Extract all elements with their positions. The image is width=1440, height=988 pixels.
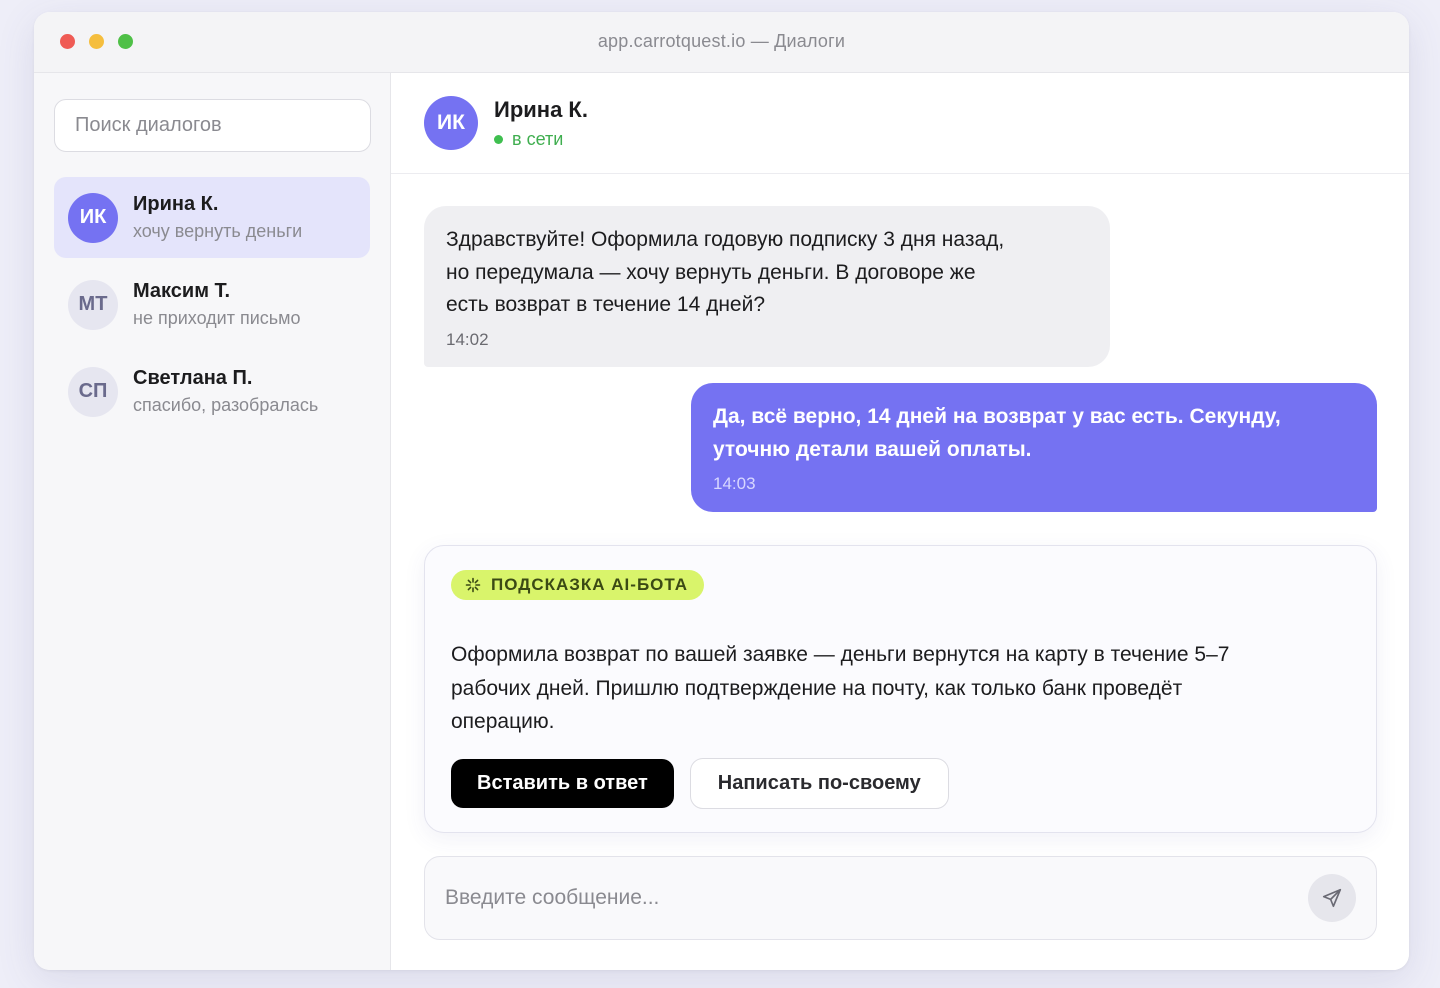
suggestion-line: операцию. [451, 710, 555, 733]
title-bar: app.carrotquest.io — Диалоги [34, 12, 1409, 73]
message-line: уточню детали вашей оплаты. [713, 437, 1032, 461]
conversation-text: Максим Т. не приходит письмо [133, 280, 301, 329]
ai-suggestion-card: ПОДСКАЗКА AI-БОТА Оформила возврат по ва… [424, 545, 1377, 833]
send-icon [1322, 888, 1342, 908]
contact-avatar: ИК [424, 96, 478, 150]
write-own-reply-button[interactable]: Написать по-своему [689, 757, 949, 809]
chat-header: ИК Ирина К. в сети [391, 73, 1409, 174]
app-body: ИК Ирина К. хочу вернуть деньги МТ Макси… [34, 73, 1409, 970]
conversation-preview: спасибо, разобралась [133, 395, 319, 415]
conversation-item-svetlana[interactable]: СП Светлана П. спасибо, разобралась [54, 351, 370, 432]
message-input[interactable] [445, 857, 1285, 939]
contact-info: Ирина К. в сети [494, 97, 588, 150]
conversation-text: Светлана П. спасибо, разобралась [133, 367, 318, 416]
conversation-name: Светлана П. [133, 367, 253, 389]
sparkle-icon [465, 577, 481, 593]
conversation-name: Ирина К. [133, 193, 219, 215]
insert-reply-button[interactable]: Вставить в ответ [451, 758, 674, 808]
suggestion-line: Оформила возврат по вашей заявке — деньг… [451, 643, 1230, 666]
conversation-item-irina[interactable]: ИК Ирина К. хочу вернуть деньги [54, 177, 370, 258]
conversation-text: Ирина К. хочу вернуть деньги [133, 193, 302, 242]
avatar: ИК [68, 192, 118, 243]
message-composer [424, 856, 1377, 940]
message-line: Да, всё верно, 14 дней на возврат у вас … [713, 405, 1281, 428]
conversation-preview: хочу вернуть деньги [133, 221, 303, 241]
avatar: СП [68, 366, 118, 417]
ai-hint-badge-label: ПОДСКАЗКА AI-БОТА [491, 575, 688, 594]
ai-suggestion-text: Оформила возврат по вашей заявке — деньг… [451, 638, 1350, 739]
window-title: app.carrotquest.io — Диалоги [597, 31, 846, 51]
status-text: в сети [512, 128, 564, 149]
chat-panel: ИК Ирина К. в сети Здравствуйте! Оформил… [391, 73, 1409, 970]
message-line: Здравствуйте! Оформила годовую подписку … [446, 228, 1005, 251]
send-button[interactable] [1308, 874, 1356, 922]
message-text: Здравствуйте! Оформила годовую подписку … [446, 224, 1088, 322]
search-input[interactable] [54, 99, 371, 152]
contact-name: Ирина К. [494, 96, 588, 122]
message-time: 14:02 [446, 329, 489, 349]
conversation-list: ИК Ирина К. хочу вернуть деньги МТ Макси… [54, 177, 370, 432]
conversation-name: Максим Т. [133, 280, 231, 302]
message-time: 14:03 [713, 474, 756, 493]
message-line: но передумала — хочу вернуть деньги. В д… [446, 260, 976, 284]
incoming-message: Здравствуйте! Оформила годовую подписку … [424, 206, 1110, 367]
suggestion-line: рабочих дней. Пришлю подтверждение на по… [451, 676, 1183, 700]
contact-status: в сети [494, 129, 588, 150]
message-text: Да, всё верно, 14 дней на возврат у вас … [713, 401, 1355, 466]
online-status-icon [494, 134, 503, 144]
sidebar: ИК Ирина К. хочу вернуть деньги МТ Макси… [34, 73, 391, 970]
app-window: app.carrotquest.io — Диалоги ИК Ирина К.… [34, 12, 1409, 970]
ai-suggestion-actions: Вставить в ответ Написать по-своему [451, 757, 1350, 809]
message-line: есть возврат в течение 14 дней? [446, 293, 766, 316]
avatar: МТ [68, 279, 118, 330]
ai-hint-badge: ПОДСКАЗКА AI-БОТА [451, 570, 704, 600]
conversation-item-maksim[interactable]: МТ Максим Т. не приходит письмо [54, 264, 370, 345]
outgoing-message: Да, всё верно, 14 дней на возврат у вас … [691, 383, 1377, 512]
conversation-preview: не приходит письмо [133, 308, 301, 328]
